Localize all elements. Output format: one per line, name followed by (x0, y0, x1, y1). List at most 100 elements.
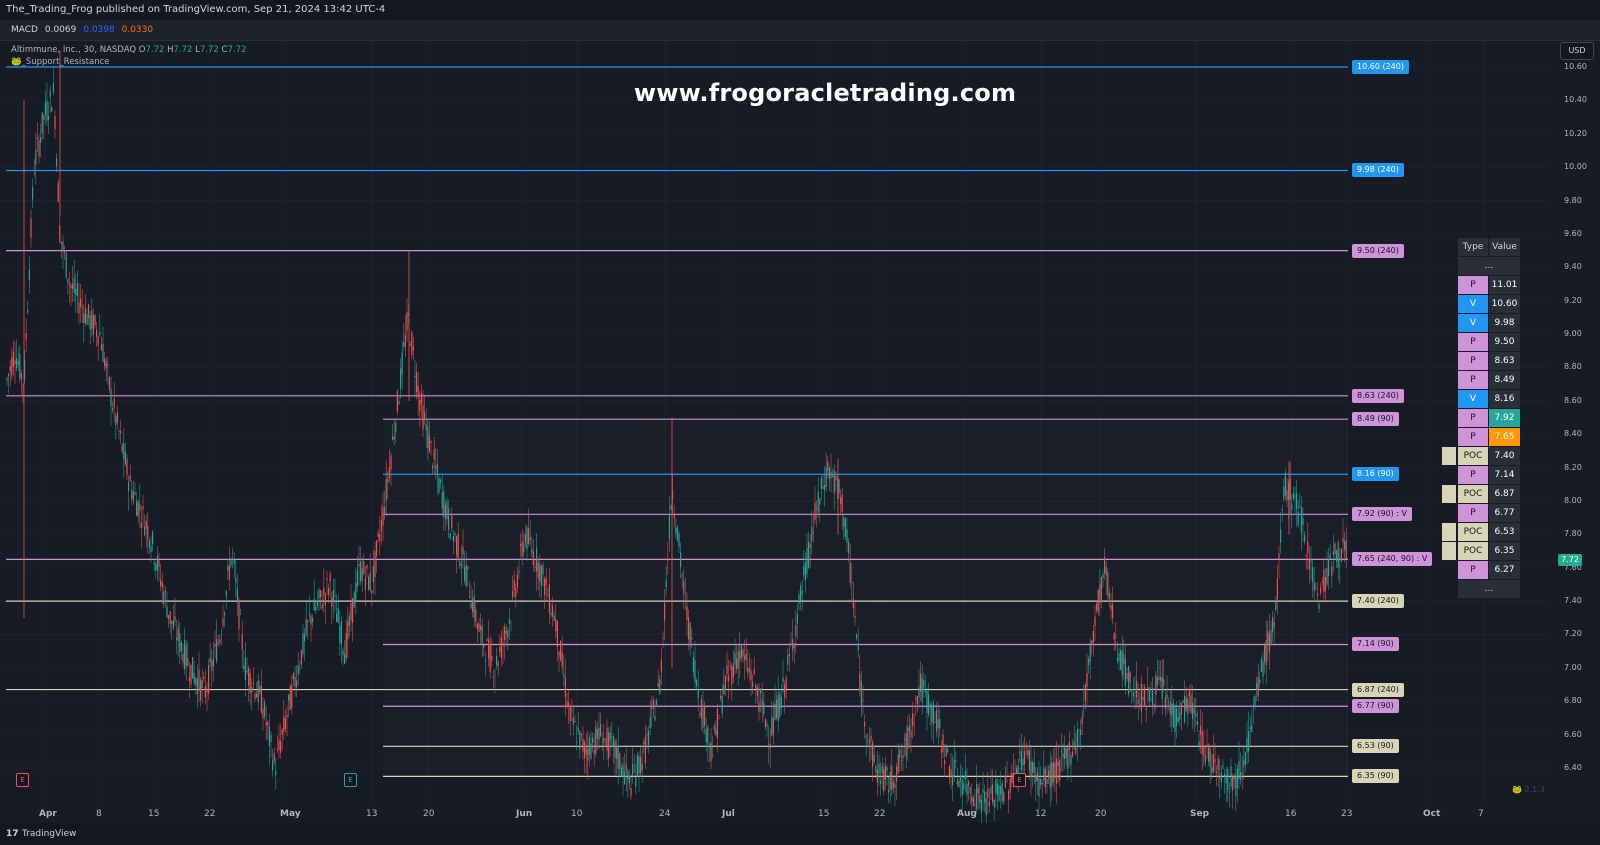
candle-body (910, 730, 912, 738)
candle-body (577, 727, 579, 732)
candle-body (65, 253, 67, 278)
candle-body (579, 731, 581, 750)
candle-body (124, 452, 126, 465)
candle-body (718, 718, 720, 719)
candle-body (617, 745, 619, 769)
table-type-cell: P (1458, 428, 1488, 446)
candle-body (236, 588, 238, 603)
candle-body (284, 718, 286, 730)
table-value-cell: 7.40 (1489, 447, 1520, 465)
earnings-marker-icon[interactable]: E (344, 773, 357, 787)
candle-body (1292, 492, 1294, 500)
candle-body (692, 657, 694, 673)
candle-body (779, 693, 781, 717)
candle-body (259, 685, 261, 693)
candle-body (1196, 721, 1198, 725)
indicator-name[interactable]: 🐸_Support_Resistance (11, 56, 246, 68)
candle-body (585, 748, 587, 755)
candle-body (472, 599, 474, 613)
earnings-marker-icon[interactable]: E (16, 773, 29, 787)
candle-body (104, 358, 106, 367)
candle-body (452, 536, 454, 542)
candle-body (1337, 541, 1339, 568)
candle-body (708, 744, 710, 745)
candle-body (1340, 548, 1342, 562)
time-axis[interactable]: Apr 8 15 22 May 13 20 Jun 10 24 Jul 15 22 Aug 12 20 Sep 1… (0, 806, 1600, 823)
table-value-cell: 7.92 (1489, 409, 1520, 427)
candle-body (473, 595, 475, 619)
candle-body (235, 577, 237, 583)
candle-body (480, 625, 482, 631)
candle-body (979, 795, 981, 803)
date-tick: Oct (1423, 809, 1441, 819)
candle-body (716, 708, 718, 739)
price-tick: 10.40 (1564, 95, 1587, 105)
candle-body (518, 570, 520, 573)
candle-body (1136, 680, 1138, 698)
candle-body (960, 775, 962, 782)
candle-body (849, 562, 851, 583)
candle-body (545, 578, 547, 586)
candle-body (809, 544, 811, 548)
candle-body (494, 674, 496, 676)
candle-body (166, 606, 168, 618)
candle-body (507, 629, 509, 638)
candle-body (163, 592, 165, 604)
candle-body (288, 694, 290, 701)
publisher-text: The_Trading_Frog published on TradingVie… (6, 4, 386, 15)
candle-body (929, 704, 931, 708)
candle-body (1331, 566, 1333, 577)
candle-body (200, 679, 202, 701)
candle-body (1188, 688, 1190, 697)
candle-body (785, 677, 787, 691)
table-type-cell: P (1458, 466, 1488, 484)
candle-body (110, 388, 112, 407)
candle-body (771, 716, 773, 736)
candle-body (444, 504, 446, 519)
candle-body (129, 475, 131, 482)
candle-body (590, 743, 592, 759)
candle-body (11, 357, 13, 376)
candle-body (1107, 572, 1109, 596)
candle-body (158, 560, 160, 567)
currency-button[interactable]: USD (1560, 42, 1594, 60)
candle-body (1091, 640, 1093, 644)
candle-body (350, 603, 352, 620)
candle-body (6, 378, 8, 381)
date-tick: 13 (366, 809, 378, 819)
candle-body (500, 637, 502, 658)
candle-body (88, 304, 90, 318)
candle-body (644, 736, 646, 764)
candle-body (713, 726, 715, 730)
table-value-cell: 8.63 (1489, 352, 1520, 370)
candle-body (1044, 769, 1046, 788)
candle-body (1038, 778, 1040, 797)
table-value-cell: 10.60 (1489, 295, 1520, 313)
candle-body (222, 618, 224, 626)
date-tick: 10 (571, 809, 583, 819)
earnings-marker-icon[interactable]: E (1013, 773, 1026, 787)
candle-body (1334, 543, 1336, 555)
candle-body (744, 655, 746, 660)
candle-body (772, 718, 774, 734)
candle-body (1244, 752, 1246, 765)
candle-body (678, 533, 680, 548)
candle-body (384, 507, 386, 515)
candle-body (435, 466, 437, 469)
candle-body (208, 665, 210, 694)
candle-body (27, 309, 29, 313)
candle-body (835, 475, 837, 481)
candle-body (1000, 786, 1002, 795)
symbol-info[interactable]: Altimmune, Inc., 30, NASDAQ (11, 45, 136, 55)
candle-body (948, 765, 950, 778)
date-tick: 20 (423, 809, 435, 819)
candle-body (139, 503, 141, 511)
candle-body (1020, 751, 1022, 770)
candle-body (848, 541, 850, 554)
candle-body (537, 562, 539, 578)
candle-body (468, 596, 470, 598)
candle-body (604, 738, 606, 740)
candle-body (745, 653, 747, 661)
candle-body (358, 563, 360, 567)
table-value-cell: 11.01 (1489, 276, 1520, 294)
